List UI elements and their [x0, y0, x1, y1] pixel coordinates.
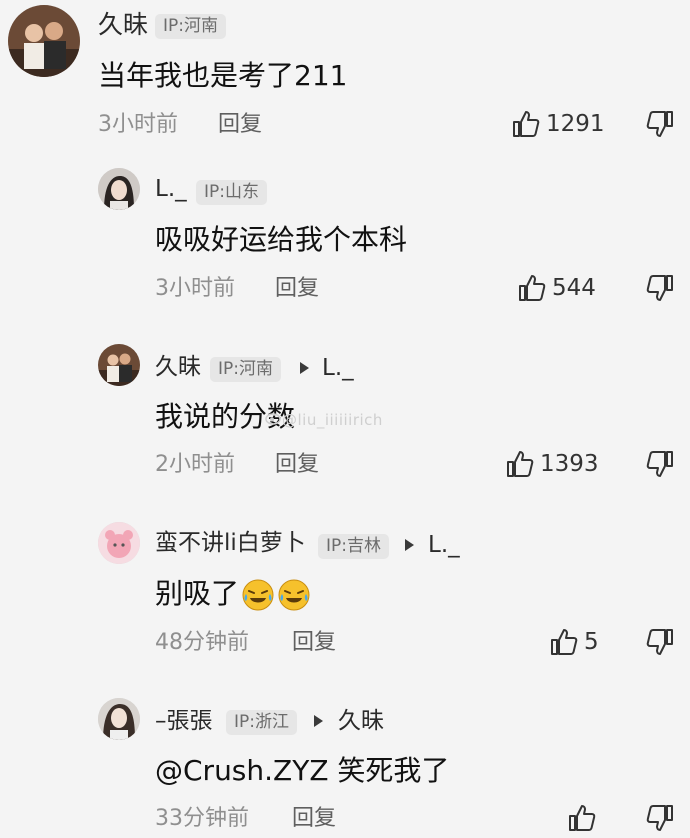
- avatar[interactable]: [98, 344, 140, 386]
- avatar[interactable]: [98, 168, 140, 210]
- commenter-name[interactable]: 蛮不讲li白萝卜: [155, 532, 306, 555]
- commenter-name[interactable]: –張張: [155, 710, 213, 733]
- play-arrow-icon: [300, 362, 309, 374]
- avatar[interactable]: [98, 698, 140, 740]
- reply-button[interactable]: 回复: [218, 114, 262, 136]
- weibo-icon: [264, 409, 282, 427]
- comment-text: 别吸了: [155, 577, 240, 610]
- thumbs-up-icon: [548, 626, 580, 658]
- comment-text: 当年我也是考了211: [98, 59, 348, 92]
- dislike-button[interactable]: [644, 626, 676, 658]
- thumbs-up-icon: [510, 108, 542, 140]
- dislike-button[interactable]: [644, 108, 676, 140]
- dislike-button[interactable]: [644, 802, 676, 834]
- like-button[interactable]: 1291: [510, 108, 605, 140]
- ip-location-badge: IP:河南: [155, 14, 226, 39]
- reply-button[interactable]: 回复: [275, 454, 319, 476]
- comment-list: 久昧 IP:河南 当年我也是考了211 3小时前 回复 1291 L._ IP:…: [0, 0, 690, 838]
- dislike-button[interactable]: [644, 272, 676, 304]
- comment-text: @Crush.ZYZ 笑死我了: [155, 754, 450, 787]
- comment-text: 吸吸好运给我个本科: [155, 223, 408, 256]
- reply-button[interactable]: 回复: [275, 278, 319, 300]
- commenter-name[interactable]: L._: [155, 178, 187, 201]
- reply-to-name[interactable]: L._: [428, 534, 460, 557]
- thumbs-up-icon: [566, 802, 598, 834]
- thumbs-down-icon: [644, 448, 676, 480]
- comment-time: 2小时前: [155, 452, 235, 477]
- reply-button[interactable]: 回复: [292, 632, 336, 654]
- comment-time: 48分钟前: [155, 630, 249, 655]
- comment-time: 33分钟前: [155, 806, 249, 831]
- ip-location-badge: IP:山东: [196, 180, 267, 205]
- like-count: 1291: [546, 110, 605, 137]
- thumbs-down-icon: [644, 108, 676, 140]
- like-count: 544: [552, 274, 596, 301]
- play-arrow-icon: [314, 715, 323, 727]
- crying-laughing-emoji-icon: [277, 578, 311, 612]
- commenter-name[interactable]: 久昧: [155, 356, 201, 379]
- comment-time: 3小时前: [155, 276, 235, 301]
- like-button[interactable]: [566, 802, 602, 834]
- avatar[interactable]: [8, 5, 80, 77]
- thumbs-down-icon: [644, 626, 676, 658]
- dislike-button[interactable]: [644, 448, 676, 480]
- like-button[interactable]: 5: [548, 626, 599, 658]
- like-count: 5: [584, 628, 599, 655]
- like-count: 1393: [540, 450, 599, 477]
- ip-location-badge: IP:浙江: [226, 710, 297, 735]
- thumbs-down-icon: [644, 802, 676, 834]
- comment-time: 3小时前: [98, 112, 178, 137]
- reply-button[interactable]: 回复: [292, 808, 336, 830]
- like-button[interactable]: 544: [516, 272, 596, 304]
- avatar[interactable]: [98, 522, 140, 564]
- reply-to-name[interactable]: 久昧: [338, 710, 384, 733]
- thumbs-up-icon: [516, 272, 548, 304]
- reply-to-name[interactable]: L._: [322, 357, 354, 380]
- ip-location-badge: IP:吉林: [318, 534, 389, 559]
- ip-location-badge: IP:河南: [210, 357, 281, 382]
- play-arrow-icon: [405, 539, 414, 551]
- crying-laughing-emoji-icon: [241, 578, 275, 612]
- commenter-name[interactable]: 久昧: [98, 12, 148, 37]
- like-button[interactable]: 1393: [504, 448, 599, 480]
- thumbs-down-icon: [644, 272, 676, 304]
- thumbs-up-icon: [504, 448, 536, 480]
- comment-text-row: 别吸了: [155, 578, 311, 612]
- watermark: @liu_iiiiiirich: [282, 411, 383, 429]
